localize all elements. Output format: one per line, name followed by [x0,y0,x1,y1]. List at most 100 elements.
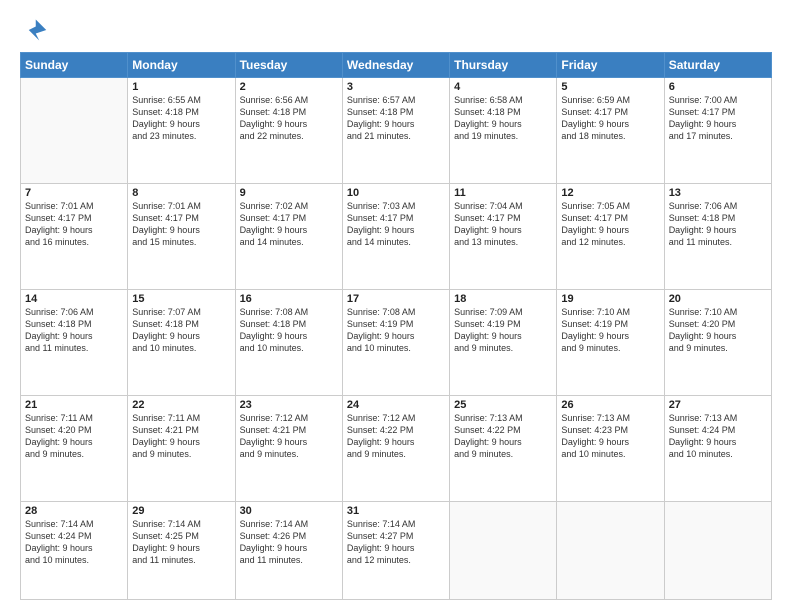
day-number: 6 [669,81,767,93]
calendar-cell [21,78,128,184]
cell-info: Sunrise: 7:14 AM Sunset: 4:25 PM Dayligh… [132,518,230,567]
day-number: 14 [25,293,123,305]
calendar-cell: 19Sunrise: 7:10 AM Sunset: 4:19 PM Dayli… [557,289,664,395]
calendar: SundayMondayTuesdayWednesdayThursdayFrid… [20,52,772,600]
day-number: 15 [132,293,230,305]
calendar-cell: 15Sunrise: 7:07 AM Sunset: 4:18 PM Dayli… [128,289,235,395]
calendar-cell: 27Sunrise: 7:13 AM Sunset: 4:24 PM Dayli… [664,395,771,501]
cell-info: Sunrise: 7:12 AM Sunset: 4:21 PM Dayligh… [240,412,338,461]
cell-info: Sunrise: 6:55 AM Sunset: 4:18 PM Dayligh… [132,94,230,143]
day-number: 9 [240,187,338,199]
cell-info: Sunrise: 7:14 AM Sunset: 4:24 PM Dayligh… [25,518,123,567]
calendar-row-4: 28Sunrise: 7:14 AM Sunset: 4:24 PM Dayli… [21,501,772,600]
logo [20,16,52,44]
cell-info: Sunrise: 7:09 AM Sunset: 4:19 PM Dayligh… [454,306,552,355]
weekday-tuesday: Tuesday [235,53,342,78]
calendar-cell: 12Sunrise: 7:05 AM Sunset: 4:17 PM Dayli… [557,183,664,289]
cell-info: Sunrise: 6:58 AM Sunset: 4:18 PM Dayligh… [454,94,552,143]
cell-info: Sunrise: 7:11 AM Sunset: 4:20 PM Dayligh… [25,412,123,461]
day-number: 1 [132,81,230,93]
calendar-cell: 25Sunrise: 7:13 AM Sunset: 4:22 PM Dayli… [450,395,557,501]
calendar-row-3: 21Sunrise: 7:11 AM Sunset: 4:20 PM Dayli… [21,395,772,501]
calendar-cell: 13Sunrise: 7:06 AM Sunset: 4:18 PM Dayli… [664,183,771,289]
day-number: 30 [240,505,338,517]
calendar-header: SundayMondayTuesdayWednesdayThursdayFrid… [21,53,772,78]
cell-info: Sunrise: 7:06 AM Sunset: 4:18 PM Dayligh… [25,306,123,355]
cell-info: Sunrise: 7:06 AM Sunset: 4:18 PM Dayligh… [669,200,767,249]
day-number: 12 [561,187,659,199]
day-number: 25 [454,399,552,411]
cell-info: Sunrise: 7:14 AM Sunset: 4:26 PM Dayligh… [240,518,338,567]
cell-info: Sunrise: 7:13 AM Sunset: 4:22 PM Dayligh… [454,412,552,461]
cell-info: Sunrise: 7:02 AM Sunset: 4:17 PM Dayligh… [240,200,338,249]
calendar-cell [664,501,771,600]
calendar-cell: 3Sunrise: 6:57 AM Sunset: 4:18 PM Daylig… [342,78,449,184]
cell-info: Sunrise: 7:13 AM Sunset: 4:23 PM Dayligh… [561,412,659,461]
weekday-saturday: Saturday [664,53,771,78]
calendar-cell [557,501,664,600]
cell-info: Sunrise: 7:04 AM Sunset: 4:17 PM Dayligh… [454,200,552,249]
day-number: 28 [25,505,123,517]
cell-info: Sunrise: 6:56 AM Sunset: 4:18 PM Dayligh… [240,94,338,143]
day-number: 21 [25,399,123,411]
day-number: 7 [25,187,123,199]
day-number: 13 [669,187,767,199]
calendar-cell: 26Sunrise: 7:13 AM Sunset: 4:23 PM Dayli… [557,395,664,501]
weekday-wednesday: Wednesday [342,53,449,78]
day-number: 11 [454,187,552,199]
cell-info: Sunrise: 7:10 AM Sunset: 4:20 PM Dayligh… [669,306,767,355]
cell-info: Sunrise: 7:07 AM Sunset: 4:18 PM Dayligh… [132,306,230,355]
calendar-cell: 5Sunrise: 6:59 AM Sunset: 4:17 PM Daylig… [557,78,664,184]
calendar-cell: 31Sunrise: 7:14 AM Sunset: 4:27 PM Dayli… [342,501,449,600]
day-number: 4 [454,81,552,93]
day-number: 19 [561,293,659,305]
day-number: 24 [347,399,445,411]
cell-info: Sunrise: 7:11 AM Sunset: 4:21 PM Dayligh… [132,412,230,461]
calendar-cell: 28Sunrise: 7:14 AM Sunset: 4:24 PM Dayli… [21,501,128,600]
calendar-cell: 24Sunrise: 7:12 AM Sunset: 4:22 PM Dayli… [342,395,449,501]
calendar-cell: 9Sunrise: 7:02 AM Sunset: 4:17 PM Daylig… [235,183,342,289]
calendar-row-2: 14Sunrise: 7:06 AM Sunset: 4:18 PM Dayli… [21,289,772,395]
calendar-cell: 23Sunrise: 7:12 AM Sunset: 4:21 PM Dayli… [235,395,342,501]
calendar-cell: 21Sunrise: 7:11 AM Sunset: 4:20 PM Dayli… [21,395,128,501]
weekday-friday: Friday [557,53,664,78]
calendar-cell: 18Sunrise: 7:09 AM Sunset: 4:19 PM Dayli… [450,289,557,395]
calendar-cell: 6Sunrise: 7:00 AM Sunset: 4:17 PM Daylig… [664,78,771,184]
page: SundayMondayTuesdayWednesdayThursdayFrid… [0,0,792,612]
day-number: 10 [347,187,445,199]
day-number: 20 [669,293,767,305]
calendar-cell: 16Sunrise: 7:08 AM Sunset: 4:18 PM Dayli… [235,289,342,395]
day-number: 22 [132,399,230,411]
cell-info: Sunrise: 7:05 AM Sunset: 4:17 PM Dayligh… [561,200,659,249]
day-number: 23 [240,399,338,411]
logo-icon [20,16,48,44]
cell-info: Sunrise: 7:13 AM Sunset: 4:24 PM Dayligh… [669,412,767,461]
cell-info: Sunrise: 7:10 AM Sunset: 4:19 PM Dayligh… [561,306,659,355]
calendar-cell: 4Sunrise: 6:58 AM Sunset: 4:18 PM Daylig… [450,78,557,184]
calendar-row-1: 7Sunrise: 7:01 AM Sunset: 4:17 PM Daylig… [21,183,772,289]
day-number: 17 [347,293,445,305]
day-number: 26 [561,399,659,411]
weekday-header-row: SundayMondayTuesdayWednesdayThursdayFrid… [21,53,772,78]
weekday-monday: Monday [128,53,235,78]
cell-info: Sunrise: 7:12 AM Sunset: 4:22 PM Dayligh… [347,412,445,461]
day-number: 31 [347,505,445,517]
day-number: 5 [561,81,659,93]
calendar-cell: 10Sunrise: 7:03 AM Sunset: 4:17 PM Dayli… [342,183,449,289]
calendar-cell: 29Sunrise: 7:14 AM Sunset: 4:25 PM Dayli… [128,501,235,600]
cell-info: Sunrise: 6:59 AM Sunset: 4:17 PM Dayligh… [561,94,659,143]
calendar-cell: 7Sunrise: 7:01 AM Sunset: 4:17 PM Daylig… [21,183,128,289]
calendar-cell: 1Sunrise: 6:55 AM Sunset: 4:18 PM Daylig… [128,78,235,184]
calendar-cell [450,501,557,600]
weekday-sunday: Sunday [21,53,128,78]
calendar-body: 1Sunrise: 6:55 AM Sunset: 4:18 PM Daylig… [21,78,772,600]
day-number: 29 [132,505,230,517]
calendar-cell: 11Sunrise: 7:04 AM Sunset: 4:17 PM Dayli… [450,183,557,289]
cell-info: Sunrise: 7:03 AM Sunset: 4:17 PM Dayligh… [347,200,445,249]
day-number: 27 [669,399,767,411]
cell-info: Sunrise: 7:08 AM Sunset: 4:18 PM Dayligh… [240,306,338,355]
day-number: 18 [454,293,552,305]
cell-info: Sunrise: 7:00 AM Sunset: 4:17 PM Dayligh… [669,94,767,143]
cell-info: Sunrise: 6:57 AM Sunset: 4:18 PM Dayligh… [347,94,445,143]
calendar-cell: 2Sunrise: 6:56 AM Sunset: 4:18 PM Daylig… [235,78,342,184]
